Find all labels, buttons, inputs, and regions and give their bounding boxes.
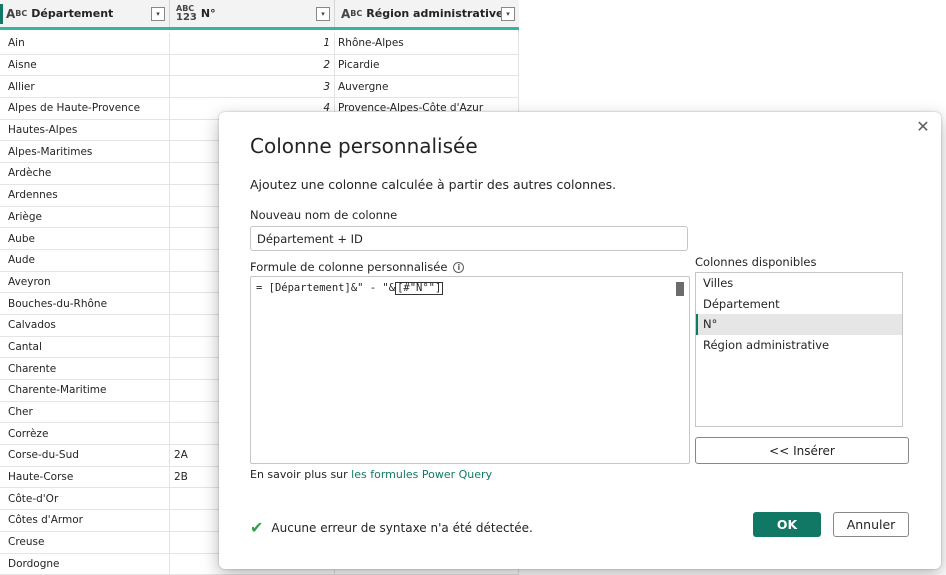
cell-departement[interactable]: Calvados xyxy=(0,315,170,336)
cell-departement[interactable]: Haute-Corse xyxy=(0,467,170,488)
column-name-input[interactable] xyxy=(250,226,688,251)
text-type-icon[interactable]: ABC xyxy=(341,10,362,18)
cell-departement[interactable]: Allier xyxy=(0,76,170,97)
scrollbar-thumb[interactable] xyxy=(676,282,684,296)
available-columns-label: Colonnes disponibles xyxy=(695,255,816,269)
cell-departement[interactable]: Alpes-Maritimes xyxy=(0,141,170,162)
insert-button[interactable]: << Insérer xyxy=(695,437,909,464)
syntax-status-text: Aucune erreur de syntaxe n'a été détecté… xyxy=(271,521,532,535)
cell-departement[interactable]: Cantal xyxy=(0,337,170,358)
available-columns-list[interactable]: VillesDépartementN°Région administrative xyxy=(695,272,903,427)
cell-departement[interactable]: Creuse xyxy=(0,532,170,553)
formula-expression: = [Département]&" - "& xyxy=(256,282,395,294)
cell-departement[interactable]: Côtes d'Armor xyxy=(0,510,170,531)
cell-departement[interactable]: Aube xyxy=(0,228,170,249)
cancel-button[interactable]: Annuler xyxy=(833,512,909,537)
formula-label: Formule de colonne personnalisée xyxy=(250,260,447,274)
table-row[interactable]: Ain1Rhône-Alpes xyxy=(0,33,519,55)
learn-more: En savoir plus sur les formules Power Qu… xyxy=(250,468,492,481)
dialog-title: Colonne personnalisée xyxy=(250,134,478,158)
cell-departement[interactable]: Ain xyxy=(0,33,170,54)
power-query-formulas-link[interactable]: les formules Power Query xyxy=(351,468,492,481)
column-header-region[interactable]: ABC Région administrative ▾ xyxy=(335,0,519,27)
cell-departement[interactable]: Aveyron xyxy=(0,272,170,293)
ok-button[interactable]: OK xyxy=(753,512,821,537)
available-column-item[interactable]: Département xyxy=(696,294,902,315)
cell-departement[interactable]: Bouches-du-Rhône xyxy=(0,293,170,314)
cell-region[interactable]: Rhône-Alpes xyxy=(335,33,519,54)
grid-header: ABC Département ▾ ABC123 N° ▾ ABC Région… xyxy=(0,0,519,30)
column-filter-icon[interactable]: ▾ xyxy=(316,7,330,21)
syntax-status: ✔ Aucune erreur de syntaxe n'a été détec… xyxy=(250,518,533,537)
custom-column-dialog: ✕ Colonne personnalisée Ajoutez une colo… xyxy=(219,112,941,569)
cell-numero[interactable]: 3 xyxy=(170,76,335,97)
cell-departement[interactable]: Ardèche xyxy=(0,163,170,184)
column-filter-icon[interactable]: ▾ xyxy=(501,7,515,21)
column-header-label: N° xyxy=(201,7,316,20)
cell-departement[interactable]: Hautes-Alpes xyxy=(0,120,170,141)
cell-departement[interactable]: Corse-du-Sud xyxy=(0,445,170,466)
cell-departement[interactable]: Corrèze xyxy=(0,423,170,444)
column-header-label: Région administrative xyxy=(366,7,501,20)
info-icon[interactable]: i xyxy=(453,262,464,273)
formula-text[interactable]: = [Département]&" - "&[#"N°"] xyxy=(256,282,443,295)
cell-departement[interactable]: Alpes de Haute-Provence xyxy=(0,98,170,119)
cell-departement[interactable]: Cher xyxy=(0,402,170,423)
any-type-icon[interactable]: ABC123 xyxy=(176,5,197,23)
cell-region[interactable]: Auvergne xyxy=(335,76,519,97)
close-icon[interactable]: ✕ xyxy=(913,116,933,136)
table-row[interactable]: Allier3Auvergne xyxy=(0,76,519,98)
available-column-item[interactable]: N° xyxy=(696,314,902,335)
cell-departement[interactable]: Ariège xyxy=(0,207,170,228)
cell-numero[interactable]: 1 xyxy=(170,33,335,54)
formula-selected-token: [#"N°"] xyxy=(395,282,443,295)
column-filter-icon[interactable]: ▾ xyxy=(151,7,165,21)
cell-region[interactable]: Picardie xyxy=(335,55,519,76)
check-icon: ✔ xyxy=(250,518,263,537)
available-column-item[interactable]: Villes xyxy=(696,273,902,294)
cell-departement[interactable]: Charente xyxy=(0,358,170,379)
column-header-label: Département xyxy=(31,7,151,20)
learn-more-prefix: En savoir plus sur xyxy=(250,468,351,481)
cell-departement[interactable]: Aisne xyxy=(0,55,170,76)
cell-departement[interactable]: Côte-d'Or xyxy=(0,488,170,509)
column-name-label: Nouveau nom de colonne xyxy=(250,208,397,222)
column-header-departement[interactable]: ABC Département ▾ xyxy=(0,0,170,27)
column-header-numero[interactable]: ABC123 N° ▾ xyxy=(170,0,335,27)
text-type-icon[interactable]: ABC xyxy=(6,10,27,18)
table-row[interactable]: Aisne2Picardie xyxy=(0,55,519,77)
dialog-subtitle: Ajoutez une colonne calculée à partir de… xyxy=(250,177,616,192)
cell-departement[interactable]: Ardennes xyxy=(0,185,170,206)
cell-departement[interactable]: Dordogne xyxy=(0,554,170,575)
available-column-item[interactable]: Région administrative xyxy=(696,335,902,356)
formula-scrollbar[interactable] xyxy=(675,280,685,460)
cell-departement[interactable]: Aude xyxy=(0,250,170,271)
cell-departement[interactable]: Charente-Maritime xyxy=(0,380,170,401)
cell-numero[interactable]: 2 xyxy=(170,55,335,76)
formula-label-row: Formule de colonne personnalisée i xyxy=(250,260,464,274)
formula-editor[interactable]: = [Département]&" - "&[#"N°"] xyxy=(250,276,690,464)
